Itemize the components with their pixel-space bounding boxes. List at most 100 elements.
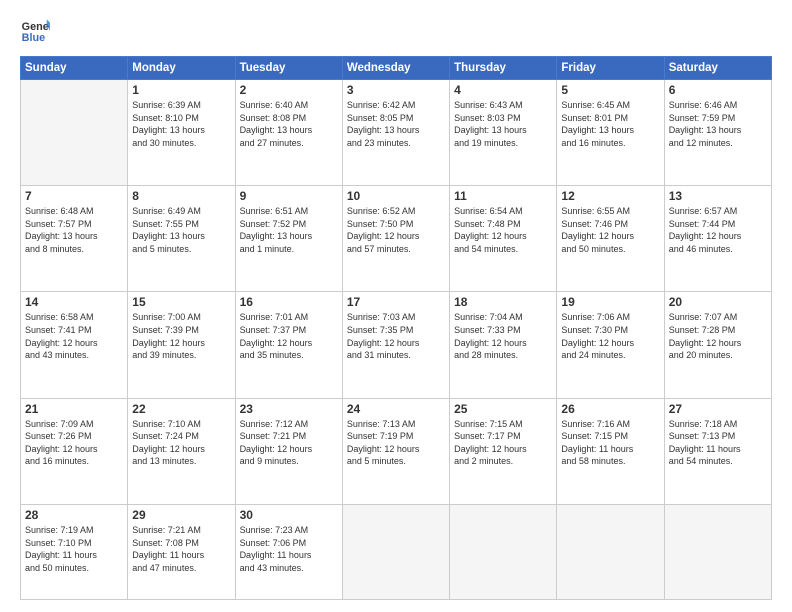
calendar-cell: 4Sunrise: 6:43 AMSunset: 8:03 PMDaylight… [450, 80, 557, 186]
calendar-cell: 14 Sunrise: 6:58 AMSunset: 7:41 PMDayligh… [21, 292, 128, 398]
day-number: 25 [454, 402, 552, 416]
cell-content: Sunrise: 7:23 AMSunset: 7:06 PMDaylight:… [240, 524, 338, 574]
cell-content: Sunrise: 6:45 AMSunset: 8:01 PMDaylight:… [561, 99, 659, 149]
cell-content: Sunrise: 7:06 AMSunset: 7:30 PMDaylight:… [561, 311, 659, 361]
calendar-cell: 21 Sunrise: 7:09 AMSunset: 7:26 PMDayligh… [21, 398, 128, 504]
calendar-cell: 22Sunrise: 7:10 AMSunset: 7:24 PMDayligh… [128, 398, 235, 504]
day-number: 20 [669, 295, 767, 309]
day-number: 12 [561, 189, 659, 203]
weekday-header: Tuesday [235, 57, 342, 80]
day-number: 19 [561, 295, 659, 309]
day-number: 28 [25, 508, 123, 522]
day-number: 13 [669, 189, 767, 203]
calendar-cell: 11 Sunrise: 6:54 AMSunset: 7:48 PMDayligh… [450, 186, 557, 292]
cell-content: Sunrise: 6:39 AMSunset: 8:10 PMDaylight:… [132, 99, 230, 149]
calendar-cell: 15 Sunrise: 7:00 AMSunset: 7:39 PMDayligh… [128, 292, 235, 398]
cell-content: Sunrise: 6:54 AMSunset: 7:48 PMDaylight:… [454, 205, 552, 255]
weekday-header: Thursday [450, 57, 557, 80]
day-number: 9 [240, 189, 338, 203]
cell-content: Sunrise: 7:03 AMSunset: 7:35 PMDaylight:… [347, 311, 445, 361]
logo: General Blue [20, 16, 50, 46]
calendar-week-row: 21 Sunrise: 7:09 AMSunset: 7:26 PMDayligh… [21, 398, 772, 504]
cell-content: Sunrise: 7:16 AMSunset: 7:15 PMDaylight:… [561, 418, 659, 468]
calendar-cell: 28 Sunrise: 7:19 AMSunset: 7:10 PMDayligh… [21, 504, 128, 599]
calendar-cell: 25 Sunrise: 7:15 AMSunset: 7:17 PMDayligh… [450, 398, 557, 504]
cell-content: Sunrise: 6:57 AMSunset: 7:44 PMDaylight:… [669, 205, 767, 255]
day-number: 1 [132, 83, 230, 97]
day-number: 3 [347, 83, 445, 97]
header: General Blue [20, 16, 772, 46]
calendar-week-row: 1 Sunrise: 6:39 AMSunset: 8:10 PMDaylight… [21, 80, 772, 186]
cell-content: Sunrise: 7:09 AMSunset: 7:26 PMDaylight:… [25, 418, 123, 468]
calendar-cell: 6Sunrise: 6:46 AMSunset: 7:59 PMDaylight… [664, 80, 771, 186]
weekday-header: Friday [557, 57, 664, 80]
weekday-header: Saturday [664, 57, 771, 80]
cell-content: Sunrise: 7:19 AMSunset: 7:10 PMDaylight:… [25, 524, 123, 574]
calendar-cell [557, 504, 664, 599]
calendar-cell [450, 504, 557, 599]
cell-content: Sunrise: 6:49 AMSunset: 7:55 PMDaylight:… [132, 205, 230, 255]
cell-content: Sunrise: 7:12 AMSunset: 7:21 PMDaylight:… [240, 418, 338, 468]
day-number: 22 [132, 402, 230, 416]
calendar-cell: 13 Sunrise: 6:57 AMSunset: 7:44 PMDayligh… [664, 186, 771, 292]
cell-content: Sunrise: 7:07 AMSunset: 7:28 PMDaylight:… [669, 311, 767, 361]
day-number: 7 [25, 189, 123, 203]
header-row: SundayMondayTuesdayWednesdayThursdayFrid… [21, 57, 772, 80]
calendar-cell: 24Sunrise: 7:13 AMSunset: 7:19 PMDayligh… [342, 398, 449, 504]
calendar-cell [342, 504, 449, 599]
cell-content: Sunrise: 6:42 AMSunset: 8:05 PMDaylight:… [347, 99, 445, 149]
calendar-week-row: 14 Sunrise: 6:58 AMSunset: 7:41 PMDayligh… [21, 292, 772, 398]
calendar-cell: 23Sunrise: 7:12 AMSunset: 7:21 PMDayligh… [235, 398, 342, 504]
cell-content: Sunrise: 6:51 AMSunset: 7:52 PMDaylight:… [240, 205, 338, 255]
day-number: 16 [240, 295, 338, 309]
day-number: 29 [132, 508, 230, 522]
calendar-cell: 30 Sunrise: 7:23 AMSunset: 7:06 PMDayligh… [235, 504, 342, 599]
day-number: 5 [561, 83, 659, 97]
cell-content: Sunrise: 6:43 AMSunset: 8:03 PMDaylight:… [454, 99, 552, 149]
day-number: 17 [347, 295, 445, 309]
calendar-cell: 18 Sunrise: 7:04 AMSunset: 7:33 PMDayligh… [450, 292, 557, 398]
cell-content: Sunrise: 6:52 AMSunset: 7:50 PMDaylight:… [347, 205, 445, 255]
calendar-cell: 26 Sunrise: 7:16 AMSunset: 7:15 PMDayligh… [557, 398, 664, 504]
page: General Blue SundayMondayTuesdayWednesda… [0, 0, 792, 612]
calendar-cell: 27 Sunrise: 7:18 AMSunset: 7:13 PMDayligh… [664, 398, 771, 504]
cell-content: Sunrise: 6:40 AMSunset: 8:08 PMDaylight:… [240, 99, 338, 149]
calendar-cell: 20 Sunrise: 7:07 AMSunset: 7:28 PMDayligh… [664, 292, 771, 398]
calendar-cell: 9 Sunrise: 6:51 AMSunset: 7:52 PMDaylight… [235, 186, 342, 292]
day-number: 24 [347, 402, 445, 416]
calendar-cell: 1 Sunrise: 6:39 AMSunset: 8:10 PMDaylight… [128, 80, 235, 186]
cell-content: Sunrise: 7:00 AMSunset: 7:39 PMDaylight:… [132, 311, 230, 361]
day-number: 6 [669, 83, 767, 97]
weekday-header: Monday [128, 57, 235, 80]
weekday-header: Sunday [21, 57, 128, 80]
day-number: 8 [132, 189, 230, 203]
weekday-header: Wednesday [342, 57, 449, 80]
cell-content: Sunrise: 7:18 AMSunset: 7:13 PMDaylight:… [669, 418, 767, 468]
cell-content: Sunrise: 7:04 AMSunset: 7:33 PMDaylight:… [454, 311, 552, 361]
day-number: 11 [454, 189, 552, 203]
calendar-cell: 7Sunrise: 6:48 AMSunset: 7:57 PMDaylight… [21, 186, 128, 292]
day-number: 10 [347, 189, 445, 203]
day-number: 21 [25, 402, 123, 416]
calendar-table: SundayMondayTuesdayWednesdayThursdayFrid… [20, 56, 772, 600]
logo-icon: General Blue [20, 16, 50, 46]
calendar-cell: 5 Sunrise: 6:45 AMSunset: 8:01 PMDaylight… [557, 80, 664, 186]
calendar-cell: 10 Sunrise: 6:52 AMSunset: 7:50 PMDayligh… [342, 186, 449, 292]
calendar-cell: 29 Sunrise: 7:21 AMSunset: 7:08 PMDayligh… [128, 504, 235, 599]
calendar-cell: 12Sunrise: 6:55 AMSunset: 7:46 PMDayligh… [557, 186, 664, 292]
svg-text:Blue: Blue [22, 32, 45, 44]
calendar-cell [664, 504, 771, 599]
calendar-cell: 17 Sunrise: 7:03 AMSunset: 7:35 PMDayligh… [342, 292, 449, 398]
day-number: 27 [669, 402, 767, 416]
day-number: 15 [132, 295, 230, 309]
cell-content: Sunrise: 6:58 AMSunset: 7:41 PMDaylight:… [25, 311, 123, 361]
calendar-cell: 8 Sunrise: 6:49 AMSunset: 7:55 PMDaylight… [128, 186, 235, 292]
cell-content: Sunrise: 7:15 AMSunset: 7:17 PMDaylight:… [454, 418, 552, 468]
day-number: 14 [25, 295, 123, 309]
day-number: 30 [240, 508, 338, 522]
day-number: 26 [561, 402, 659, 416]
cell-content: Sunrise: 7:21 AMSunset: 7:08 PMDaylight:… [132, 524, 230, 574]
cell-content: Sunrise: 7:01 AMSunset: 7:37 PMDaylight:… [240, 311, 338, 361]
calendar-cell [21, 80, 128, 186]
day-number: 18 [454, 295, 552, 309]
